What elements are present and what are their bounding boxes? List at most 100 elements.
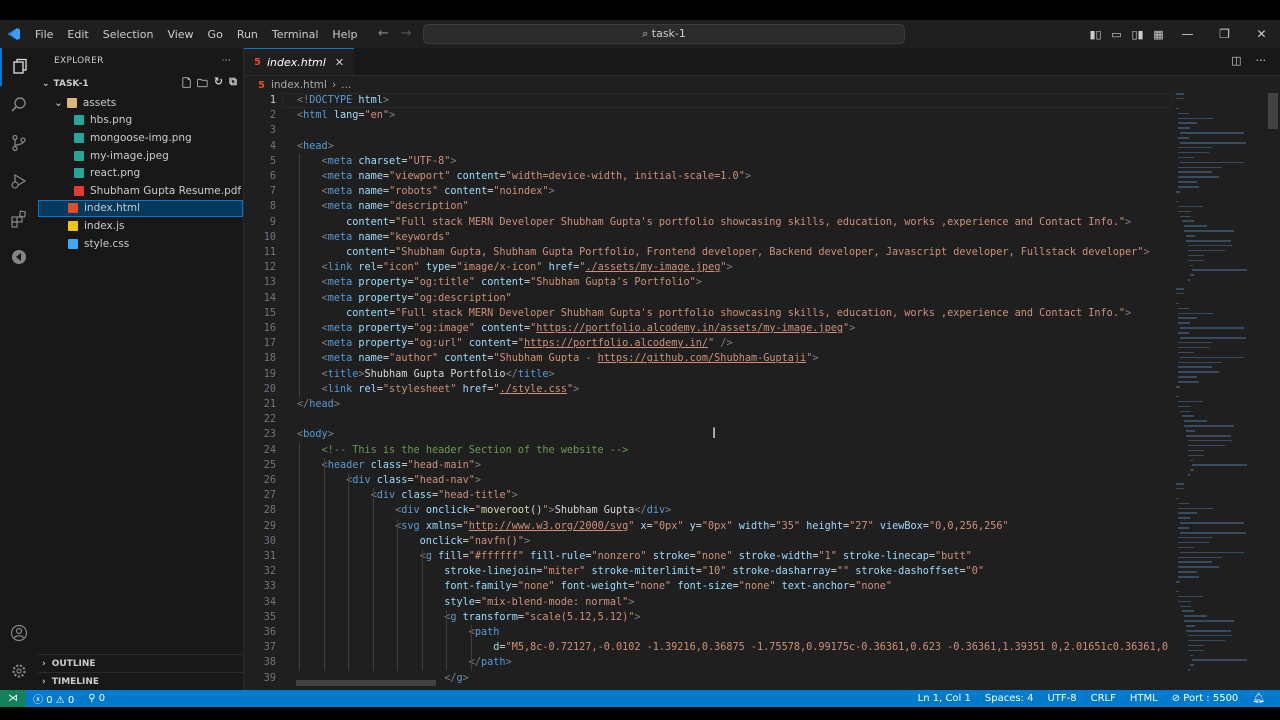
indentation[interactable]: Spaces: 4 bbox=[978, 693, 1041, 704]
problems-indicator[interactable]: ⓧ 0 ⚠ 0 bbox=[26, 691, 81, 706]
code-token: meta bbox=[327, 231, 353, 243]
code-token: href bbox=[548, 262, 574, 274]
code-token: > bbox=[462, 672, 469, 684]
line-number: 19 bbox=[263, 368, 276, 380]
tree-file[interactable]: index.html bbox=[38, 199, 243, 218]
code-line: 10 <meta name="keywords" bbox=[244, 230, 1174, 245]
close-window-icon[interactable]: ✕ bbox=[1243, 27, 1280, 41]
line-text: <html lang="en"> bbox=[297, 108, 395, 123]
menu-item-file[interactable]: File bbox=[28, 28, 60, 41]
code-line: 23 <body> bbox=[244, 427, 1174, 442]
line-text: <meta name="description" bbox=[297, 199, 469, 214]
menu-item-view[interactable]: View bbox=[160, 28, 200, 41]
menu-item-help[interactable]: Help bbox=[325, 28, 364, 41]
menu-item-edit[interactable]: Edit bbox=[60, 28, 95, 41]
command-center-search[interactable]: ⌕ task-1 bbox=[423, 24, 905, 44]
minimap[interactable] bbox=[1176, 93, 1266, 690]
menu-item-selection[interactable]: Selection bbox=[96, 28, 161, 41]
minimap-line bbox=[1186, 235, 1195, 237]
notifications-bell-icon[interactable]: 🔔︎ bbox=[1245, 693, 1272, 704]
minimap-line bbox=[1176, 483, 1184, 485]
code-line: 25 <header class="head-main"> bbox=[244, 458, 1174, 473]
tree-file[interactable]: mongoose-img.png bbox=[38, 129, 243, 147]
horizontal-scrollbar[interactable] bbox=[296, 680, 436, 686]
screen-bottom-border bbox=[0, 707, 1280, 720]
ports-indicator[interactable]: ⚲ 0 bbox=[81, 693, 112, 704]
tree-file[interactable]: style.css bbox=[38, 235, 243, 253]
explorer-more-icon[interactable]: ··· bbox=[222, 56, 231, 66]
code-token: > bbox=[628, 596, 635, 608]
manage-gear-icon[interactable] bbox=[0, 652, 38, 690]
vertical-scrollbar[interactable] bbox=[1268, 93, 1278, 129]
restore-icon[interactable]: ❐ bbox=[1206, 27, 1243, 41]
tree-file[interactable]: react.png bbox=[38, 164, 243, 182]
line-number: 6 bbox=[269, 171, 276, 182]
minimap-line bbox=[1178, 381, 1199, 383]
collapse-all-icon[interactable]: ⧉ bbox=[229, 75, 237, 94]
remote-indicator-icon[interactable]: ⋊ bbox=[0, 690, 26, 707]
minimap-line bbox=[1180, 356, 1244, 359]
breadcrumb-file[interactable]: index.html bbox=[271, 79, 327, 91]
forward-arrow-icon[interactable]: → bbox=[401, 26, 412, 41]
refresh-icon[interactable]: ↻ bbox=[214, 75, 223, 94]
tree-item-label: index.js bbox=[84, 219, 125, 232]
line-text: <body> bbox=[297, 427, 334, 442]
live-server-port[interactable]: ⊘ Port : 5500 bbox=[1165, 693, 1246, 704]
minimap-line bbox=[1178, 571, 1197, 573]
code-token: name bbox=[358, 186, 383, 198]
tree-file[interactable]: Shubham Gupta Resume.pdf bbox=[38, 182, 243, 200]
code-token: body bbox=[303, 429, 328, 441]
tab-index-html[interactable]: 5 index.html ✕ bbox=[244, 48, 355, 75]
encoding[interactable]: UTF-8 bbox=[1040, 693, 1083, 704]
workspace-folder[interactable]: ⌄ TASK-1 🗋 🗀 ↻ ⧉ bbox=[38, 74, 243, 94]
current-line-highlight bbox=[282, 93, 1172, 109]
search-view-icon[interactable] bbox=[0, 86, 38, 124]
minimap-line bbox=[1178, 405, 1191, 408]
indent-guide bbox=[397, 518, 399, 671]
outline-section[interactable]: › OUTLINE bbox=[38, 654, 243, 672]
run-debug-icon[interactable] bbox=[0, 162, 38, 200]
tree-file[interactable]: hbs.png bbox=[38, 112, 243, 130]
code-token: link bbox=[327, 262, 353, 274]
remote-explorer-icon[interactable] bbox=[0, 238, 38, 276]
tree-file[interactable]: my-image.jpeg bbox=[38, 147, 243, 165]
minimap-line bbox=[1178, 361, 1222, 364]
breadcrumb-more[interactable]: ... bbox=[341, 79, 351, 91]
editor-more-icon[interactable]: ··· bbox=[1256, 54, 1267, 67]
code-line: 13 <meta property="og:title" content="Sh… bbox=[244, 275, 1174, 290]
tree-folder[interactable]: ⌄ assets bbox=[38, 94, 243, 112]
minimap-line bbox=[1176, 581, 1180, 583]
minimap-line bbox=[1178, 171, 1212, 173]
toggle-panel-icon[interactable]: ▭ bbox=[1106, 28, 1127, 41]
extensions-icon[interactable] bbox=[0, 200, 38, 238]
toggle-secondary-sidebar-icon[interactable]: ▯▮ bbox=[1127, 28, 1148, 41]
minimap-line bbox=[1178, 546, 1194, 549]
new-folder-icon[interactable]: 🗀 bbox=[197, 75, 208, 94]
cursor-position[interactable]: Ln 1, Col 1 bbox=[911, 693, 978, 704]
timeline-section[interactable]: › TIMELINE bbox=[38, 672, 243, 690]
code-token: "10" bbox=[701, 566, 727, 578]
html5-icon: 5 bbox=[254, 56, 261, 68]
tree-file[interactable]: index.js bbox=[38, 217, 243, 235]
code-line: 5 <meta charset="UTF-8"> bbox=[244, 154, 1174, 169]
menu-item-run[interactable]: Run bbox=[230, 28, 265, 41]
menu-item-terminal[interactable]: Terminal bbox=[265, 28, 326, 41]
back-arrow-icon[interactable]: ← bbox=[378, 26, 389, 41]
tree-item-label: Shubham Gupta Resume.pdf bbox=[90, 184, 242, 197]
minimize-icon[interactable]: — bbox=[1169, 27, 1206, 41]
code-editor[interactable]: 1 <!DOCTYPE html> 2 <html lang="en"> 3 4 <head… bbox=[244, 93, 1174, 690]
split-editor-icon[interactable]: ◫ bbox=[1231, 54, 1241, 67]
end-of-line[interactable]: CRLF bbox=[1084, 693, 1123, 704]
toggle-primary-sidebar-icon[interactable]: ▮▯ bbox=[1085, 28, 1106, 41]
code-line: 31 <g fill="#ffffff" fill-rule="nonzero"… bbox=[244, 549, 1174, 564]
customize-layout-icon[interactable]: ▦ bbox=[1148, 28, 1169, 41]
source-control-icon[interactable] bbox=[0, 124, 38, 162]
language-mode[interactable]: HTML bbox=[1123, 693, 1165, 704]
accounts-icon[interactable] bbox=[0, 614, 38, 652]
close-tab-icon[interactable]: ✕ bbox=[335, 56, 344, 69]
line-text: content="Full stack MERN Developer Shubh… bbox=[297, 306, 1131, 321]
new-file-icon[interactable]: 🗋 bbox=[182, 75, 191, 94]
explorer-icon[interactable] bbox=[0, 48, 38, 86]
menu-item-go[interactable]: Go bbox=[201, 28, 230, 41]
